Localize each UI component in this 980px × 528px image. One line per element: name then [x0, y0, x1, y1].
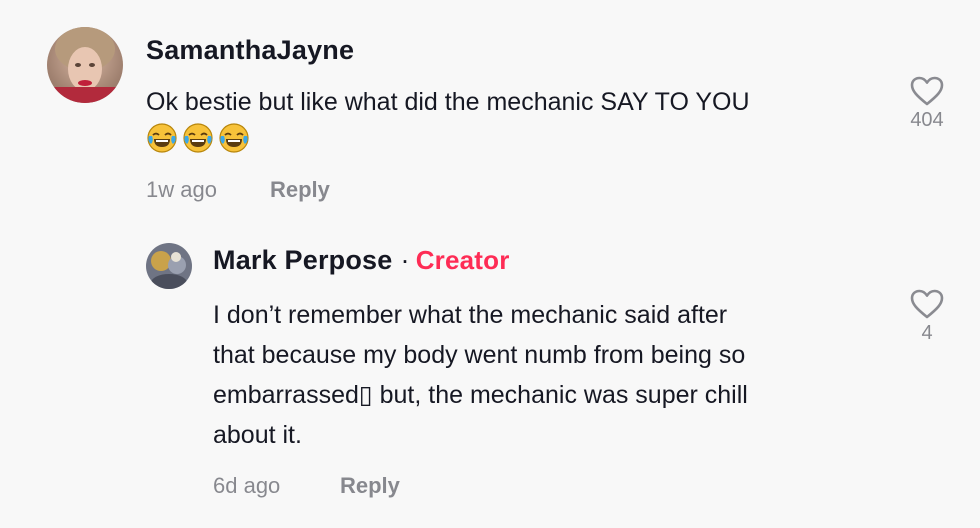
like-count: 404 — [910, 109, 944, 131]
separator-dot: · — [400, 245, 410, 275]
like-button[interactable]: 4 — [902, 288, 952, 345]
comment-text-line: that because my body went numb from bein… — [213, 341, 746, 369]
comment-samanthajayne: SamanthaJayne Ok bestie but like what di… — [0, 0, 980, 220]
heart-outline-icon — [910, 76, 944, 106]
comment-text-line: about it. — [213, 421, 302, 449]
tears-of-joy-emoji-icon — [147, 123, 177, 153]
comment-text-line: embarrassed▯ but, the mechanic was super… — [213, 381, 748, 409]
tears-of-joy-emoji-icon — [183, 123, 213, 153]
comment-text-line: I don’t remember what the mechanic said … — [213, 301, 728, 329]
comments-panel: SamanthaJayne Ok bestie but like what di… — [0, 0, 980, 528]
comment-text: I don’t remember what the mechanic said … — [213, 295, 748, 455]
avatar[interactable] — [146, 243, 192, 289]
reply-button[interactable]: Reply — [340, 473, 400, 499]
tears-of-joy-emoji-icon — [219, 123, 249, 153]
creator-badge: Creator — [415, 245, 510, 275]
like-button[interactable]: 404 — [902, 75, 952, 132]
heart-outline-icon — [910, 289, 944, 319]
emoji-row — [146, 122, 250, 154]
like-count: 4 — [921, 322, 933, 344]
comment-mark-perpose: Mark Perpose · Creator I don’t remember wh… — [0, 220, 980, 528]
comment-text: Ok bestie but like what did the mechanic… — [146, 88, 750, 116]
avatar[interactable] — [47, 27, 123, 103]
comment-username[interactable]: SamanthaJayne — [146, 35, 354, 66]
comment-username[interactable]: Mark Perpose — [213, 245, 392, 275]
comment-timestamp: 1w ago — [146, 177, 217, 202]
comment-timestamp: 6d ago — [213, 473, 281, 498]
comment-header: Mark Perpose · Creator — [213, 245, 510, 276]
reply-button[interactable]: Reply — [270, 177, 330, 203]
